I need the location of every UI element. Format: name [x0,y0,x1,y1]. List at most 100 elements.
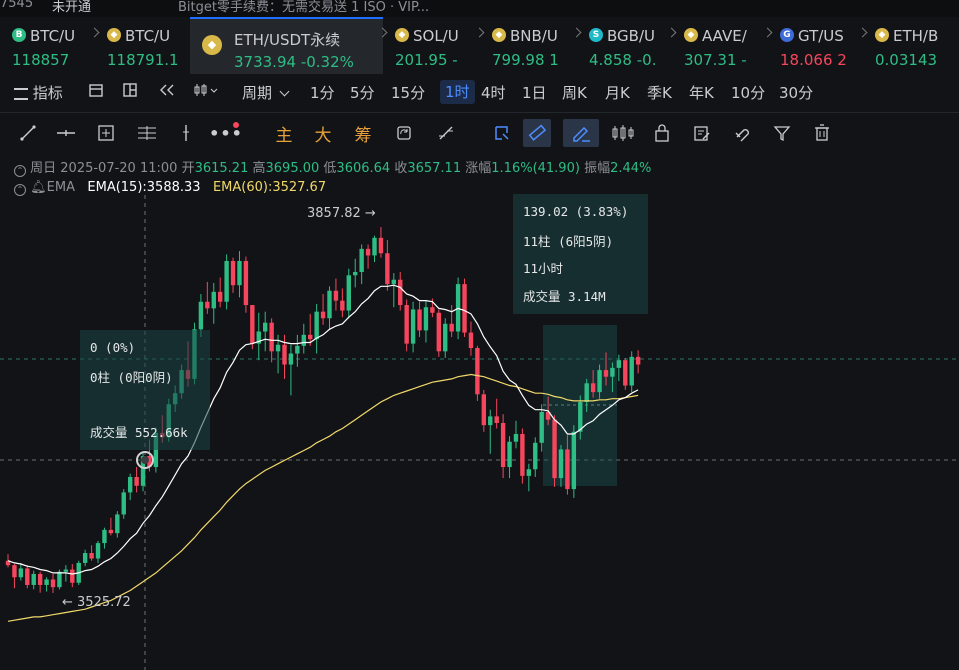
tab-7[interactable]: G GT/US 18.066 2 [762,17,863,74]
amp-value: 2.44% [610,161,652,176]
trend-line-icon[interactable] [14,119,42,147]
top-strip-tab[interactable]: 未开通 [52,0,91,15]
candle-body [269,322,274,352]
period-dropdown[interactable]: 周期 [242,82,290,103]
ruler-icon[interactable] [523,119,551,147]
period-5[interactable]: 1日 [522,82,547,103]
tab-8[interactable]: ◆ ETH/B 0.03143 [857,17,959,74]
filter-icon[interactable] [768,119,796,147]
candle-body [590,383,596,393]
candle-body [314,311,319,340]
tab-0[interactable]: B BTC/U 118857 [0,17,95,74]
indicator-icon [14,88,28,100]
bell-icon[interactable]: 🔔︎ [30,180,47,195]
drawing-layer-icon[interactable] [488,119,516,147]
candle-body [50,579,56,588]
candle-body [430,307,435,313]
trash-icon[interactable] [808,119,836,147]
big-order-tool[interactable]: 大 [309,119,337,147]
split-layout-icon[interactable] [122,82,138,102]
period-4[interactable]: 4时 [481,82,506,103]
tab-name: AAVE/ [702,27,747,45]
period-2[interactable]: 15分 [391,82,425,103]
candle-body [520,433,525,476]
collapse-icon[interactable]: ⌃ [14,165,26,177]
measure-box-left[interactable]: 0 (0%) 0柱 (0阳0阴) 成交量 552.66k [80,330,210,450]
parallel-lines-icon[interactable] [133,119,161,147]
period-1[interactable]: 5分 [350,82,375,103]
measure-left-line2: 0柱 (0阳0阴) [90,370,173,385]
period-7[interactable]: 月K [605,82,630,103]
crosshair-cursor-dot [141,456,149,464]
candle-body [31,573,36,585]
edit-note-icon[interactable] [688,119,716,147]
fib-tool-icon[interactable] [432,119,460,147]
candles-icon[interactable] [608,119,638,147]
crosshair-box-icon[interactable] [92,119,120,147]
candle-body [282,344,287,365]
magnet-icon[interactable] [728,119,756,147]
tab-5[interactable]: S BGB/U 4.858 -0. [571,17,672,74]
period-3[interactable]: 1时 [440,80,475,104]
candle-body [610,367,615,377]
candle-body [571,431,577,490]
measure-right-line4: 成交量 3.14M [523,289,606,304]
candle-type-button[interactable] [194,82,220,102]
b-coin-icon: B [12,28,26,42]
tab-name: BNB/U [510,27,558,45]
candle-body [12,565,17,578]
candle-body [205,301,210,309]
candle-body [629,356,634,386]
period-8[interactable]: 季K [647,82,672,103]
lock-icon[interactable] [648,119,676,147]
candle-body [488,416,493,426]
candle-body [417,309,422,331]
tab-4[interactable]: ◆ BNB/U 799.98 1 [474,17,577,74]
period-11[interactable]: 30分 [779,82,813,103]
tab-2[interactable]: ◆ ETH/USDT永续 3733.94 -0.32% [190,17,383,74]
period-9[interactable]: 年K [689,82,714,103]
period-6[interactable]: 周K [562,82,587,103]
top-strip-notice[interactable]: Bitget零手续费：无需交易送 1 ISO · VIP... [178,0,429,15]
sync-icon[interactable] [390,119,418,147]
replay-icon[interactable] [158,82,176,102]
tab-6[interactable]: ◆ AAVE/307.31 - [666,17,768,74]
candle-body [211,291,216,309]
candle-body [198,301,204,330]
ema60-label: EMA(60): [212,180,273,195]
candle-body [115,514,120,534]
tab-3[interactable]: ◆ SOL/U 201.95 - [377,17,480,74]
amp-label: 振幅 [584,161,611,176]
candle-body [584,383,589,403]
period-10[interactable]: 10分 [731,82,765,103]
indicator-button[interactable]: 指标 [14,82,63,103]
pencil-icon[interactable] [563,119,599,147]
candle-body [436,312,442,352]
candle-body [250,305,255,344]
candle-body [513,433,519,442]
layout-icon[interactable] [88,82,104,102]
main-force-tool[interactable]: 主 [270,119,298,147]
chart-toolbar: 指标 周期 1分 5分 15分 1时 4时 1日 周K 月K 季K 年K 10分 30分 [0,76,959,108]
vertical-line-icon[interactable] [172,119,200,147]
more-tools-icon[interactable]: ••• [209,119,242,147]
horizontal-line-icon[interactable] [52,119,80,147]
candle-body [443,323,448,352]
tab-price: 201.95 - [395,51,458,69]
period-0[interactable]: 1分 [310,82,335,103]
candle-body [95,543,101,559]
candle-body [237,260,242,286]
measure-box-right[interactable]: 139.02 (3.83%) 11柱 (6阳5阴) 11小时 成交量 3.14M [513,194,648,314]
chip-distribution-tool[interactable]: 筹 [349,119,377,147]
candle-body [404,305,409,344]
candle-body [558,449,564,479]
candle-body [82,553,88,563]
bnb-coin-icon: ◆ [492,28,506,42]
tab-price: 0.03143 [875,51,938,69]
candle-body [423,307,429,331]
measure-right-line2: 11柱 (6阳5阴) [523,234,614,249]
tab-1[interactable]: ◆ BTC/U 118791.1 [89,17,190,74]
candle-body [224,260,229,302]
candle-body [578,402,583,432]
candle-body [597,370,602,393]
